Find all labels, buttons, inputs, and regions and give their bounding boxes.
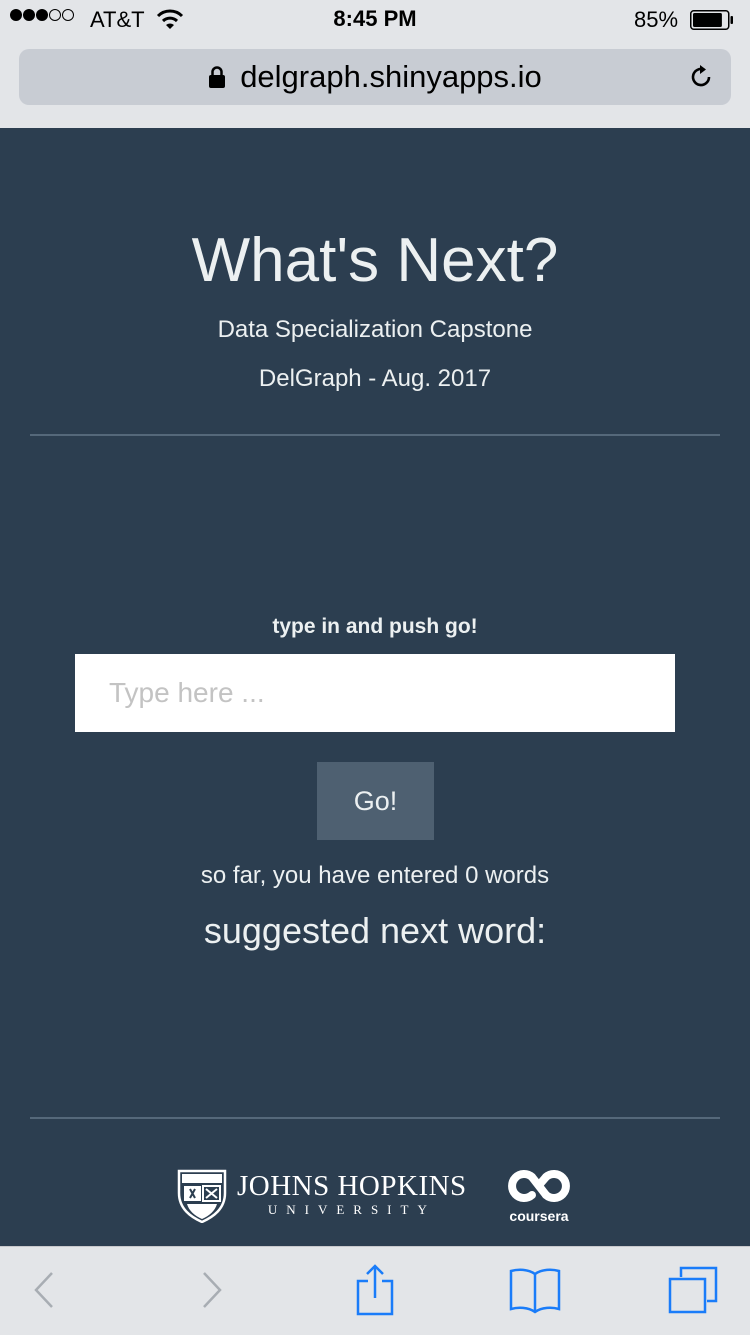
johns-hopkins-logo: JOHNS HOPKINS UNIVERSITY [175,1165,467,1223]
url-text: delgraph.shinyapps.io [240,59,542,94]
tabs-button[interactable] [665,1265,721,1315]
bookmarks-button[interactable] [507,1265,563,1315]
jhu-sub: UNIVERSITY [267,1202,436,1217]
input-label: type in and push go! [272,615,478,638]
jhu-name: JOHNS HOPKINS [237,1170,467,1202]
back-icon [34,1272,53,1308]
status-bar: AT&T 8:45 PM 85% [0,0,750,40]
coursera-logo: coursera [502,1166,576,1224]
reload-icon[interactable] [687,63,715,91]
back-button[interactable] [16,1265,72,1315]
text-input[interactable] [75,654,675,732]
bookmarks-icon [509,1268,561,1314]
lock-icon [209,66,226,88]
word-count-text: so far, you have entered 0 words [200,862,550,889]
battery-percent: 85% [634,7,679,32]
page-subtitle: Data Specialization Capstone [217,316,533,343]
forward-icon [203,1272,222,1308]
suggestion-heading: suggested next word: [203,910,547,951]
share-icon [356,1264,394,1316]
header-divider [30,434,720,436]
go-button[interactable]: Go! [317,762,434,840]
forward-button[interactable] [184,1265,240,1315]
browser-toolbar [0,1246,750,1335]
share-button[interactable] [347,1264,403,1316]
jhu-shield-icon [177,1169,227,1223]
author-date: DelGraph - Aug. 2017 [258,365,492,392]
footer-divider [30,1117,720,1119]
address-bar[interactable]: delgraph.shinyapps.io [19,49,731,105]
tabs-icon [668,1266,718,1314]
coursera-mark-icon [508,1170,570,1202]
browser-chrome: AT&T 8:45 PM 85% delgraph.shinyapps.io [0,0,750,128]
page-title: What's Next? [191,226,559,295]
battery-icon [690,10,733,30]
coursera-wordmark: coursera [509,1208,569,1224]
